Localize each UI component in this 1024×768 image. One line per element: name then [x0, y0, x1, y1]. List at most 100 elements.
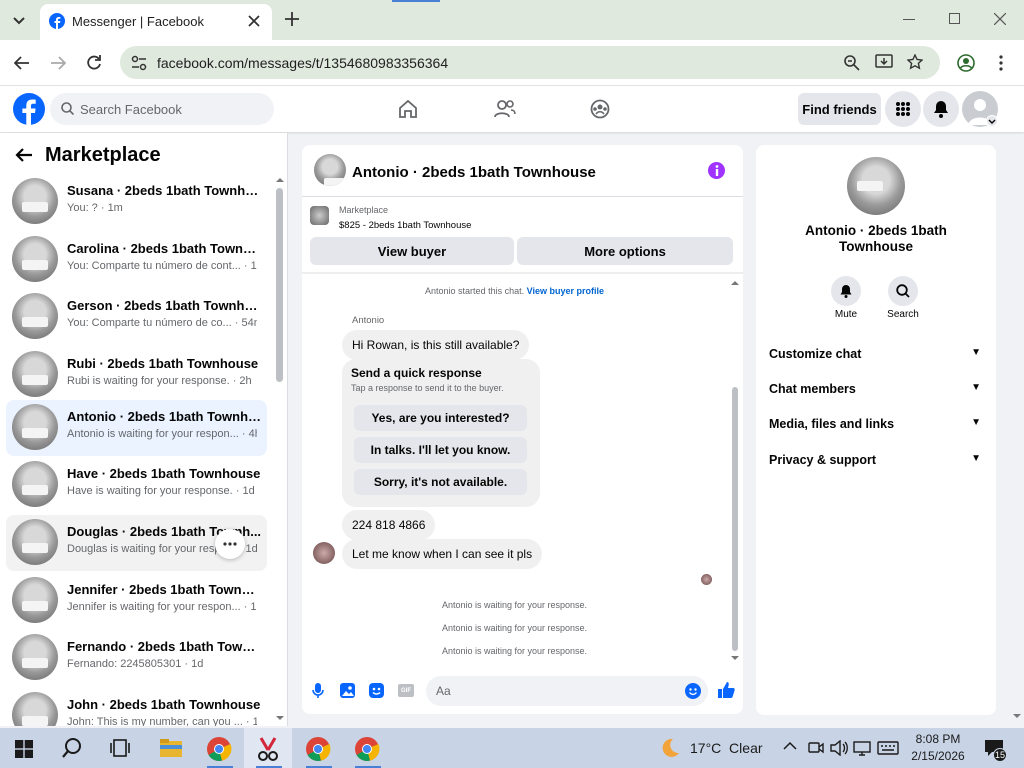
browser-menu-icon[interactable] — [999, 55, 1003, 71]
chat-scrollbar[interactable] — [732, 387, 738, 651]
tray-chevron-up-icon[interactable] — [783, 741, 797, 751]
search-label[interactable]: Search — [873, 309, 933, 320]
chevron-down-icon: ▼ — [971, 382, 981, 393]
site-settings-icon[interactable] — [131, 55, 147, 71]
menu-grid-icon[interactable] — [885, 91, 921, 127]
microphone-icon[interactable] — [312, 683, 324, 699]
chrome-taskbar-icon[interactable] — [206, 736, 232, 762]
emoji-icon[interactable] — [685, 683, 701, 699]
gif-icon[interactable]: GIF — [398, 684, 414, 697]
window-close-icon[interactable] — [994, 13, 1006, 25]
back-arrow-icon[interactable] — [15, 147, 33, 163]
forward-icon[interactable] — [50, 55, 66, 71]
scroll-down-icon[interactable] — [275, 715, 285, 721]
page-scroll-down-icon[interactable] — [1012, 713, 1022, 719]
reload-icon[interactable] — [86, 54, 102, 70]
account-chevron-down-icon[interactable] — [986, 115, 998, 127]
meet-now-icon[interactable] — [808, 740, 824, 754]
url-text: facebook.com/messages/t/1354680983356364 — [157, 55, 449, 71]
chat-avatar[interactable] — [314, 154, 346, 186]
section-chat-members[interactable]: Chat members ▼ — [769, 382, 983, 396]
home-icon[interactable] — [398, 99, 418, 119]
message-bubble-phone[interactable]: 224 818 4866 — [342, 510, 436, 540]
section-privacy-support[interactable]: Privacy & support ▼ — [769, 453, 983, 467]
sender-avatar[interactable] — [313, 542, 335, 564]
chat-title[interactable]: Antonio · 2beds 1bath Townhouse — [352, 164, 596, 181]
conversation-sidebar: Marketplace Susana · 2beds 1bath Townhou… — [0, 133, 288, 726]
scroll-up-icon[interactable] — [275, 177, 285, 183]
conversation-item[interactable]: Antonio · 2beds 1bath Townhouse Antonio i… — [6, 400, 267, 456]
conversation-more-options-icon[interactable] — [215, 529, 245, 559]
profile-icon[interactable] — [957, 54, 975, 72]
address-bar[interactable]: facebook.com/messages/t/1354680983356364 — [120, 46, 940, 79]
install-app-icon[interactable] — [875, 54, 893, 70]
view-buyer-button[interactable]: View buyer — [310, 237, 514, 265]
notifications-bell-icon[interactable] — [923, 91, 959, 127]
conversation-item[interactable]: Gerson · 2beds 1bath Townhouse You: Compa… — [6, 289, 267, 345]
info-icon[interactable] — [708, 162, 725, 179]
task-view-icon[interactable] — [110, 739, 130, 757]
conversation-item[interactable]: Have · 2beds 1bath Townhouse Have is wait… — [6, 457, 267, 513]
listing-thumbnail — [310, 206, 329, 225]
network-icon[interactable] — [853, 740, 871, 756]
conversation-item[interactable]: Jennifer · 2beds 1bath Townhouse Jennifer… — [6, 573, 267, 629]
profile-avatar[interactable] — [847, 157, 905, 215]
chrome-profile2-taskbar-icon[interactable] — [354, 736, 380, 762]
message-bubble[interactable]: Let me know when I can see it pls — [342, 539, 543, 569]
listing-price: $825 - 2beds 1bath Townhouse — [339, 220, 472, 231]
facebook-search[interactable]: Search Facebook — [50, 93, 274, 125]
zoom-icon[interactable] — [844, 55, 860, 71]
quick-reply-in-talks[interactable]: In talks. I'll let you know. — [354, 437, 527, 463]
keyboard-icon[interactable] — [877, 741, 899, 755]
clock-time[interactable]: 8:08 PM — [902, 732, 974, 746]
section-media-files-links[interactable]: Media, files and links ▼ — [769, 417, 983, 431]
minimize-icon[interactable] — [903, 19, 915, 20]
conversation-item[interactable]: Rubi · 2beds 1bath Townhouse Rubi is wait… — [6, 347, 267, 403]
mute-label[interactable]: Mute — [816, 309, 876, 320]
weather-text[interactable]: 17°C Clear — [690, 740, 763, 756]
quick-reply-not-available[interactable]: Sorry, it's not available. — [354, 469, 527, 495]
quick-reply-interested[interactable]: Yes, are you interested? — [354, 405, 527, 431]
sidebar-scrollbar[interactable] — [276, 188, 283, 382]
conversation-item[interactable]: John · 2beds 1bath Townhouse John: This i… — [6, 688, 267, 726]
file-explorer-icon[interactable] — [160, 739, 182, 757]
chat-scroll-down-icon[interactable] — [730, 655, 740, 661]
conversation-item[interactable]: Susana · 2beds 1bath Townhouse You: ? · 1… — [6, 174, 267, 230]
find-friends-button[interactable]: Find friends — [798, 93, 881, 125]
message-bubble[interactable]: Hi Rowan, is this still available? — [342, 330, 530, 360]
groups-icon[interactable] — [590, 99, 610, 119]
chat-panel: Antonio · 2beds 1bath Townhouse Marketpl… — [302, 145, 743, 714]
restore-icon[interactable] — [949, 13, 960, 24]
message-input[interactable]: Aa — [426, 676, 708, 706]
new-tab-icon[interactable] — [285, 12, 299, 26]
section-customize-chat[interactable]: Customize chat ▼ — [769, 347, 983, 361]
search-icon — [61, 102, 74, 115]
windows-start-icon[interactable] — [15, 740, 33, 758]
snipping-tool-icon[interactable] — [257, 736, 279, 762]
browser-tab[interactable]: Messenger | Facebook — [40, 4, 272, 40]
volume-icon[interactable] — [830, 740, 848, 756]
weather-moon-icon[interactable] — [659, 737, 681, 759]
mute-bell-icon[interactable] — [831, 276, 861, 306]
chat-scroll-up-icon[interactable] — [730, 280, 740, 286]
sticker-icon[interactable] — [369, 683, 384, 698]
facebook-header: Search Facebook Find friends — [0, 86, 1024, 132]
tab-list-icon[interactable] — [9, 11, 29, 29]
friends-icon[interactable] — [494, 99, 516, 119]
conversation-item[interactable]: Carolina · 2beds 1bath Townhou... You: Co… — [6, 232, 267, 288]
clock-date[interactable]: 2/15/2026 — [902, 749, 974, 763]
facebook-logo-icon[interactable] — [13, 93, 45, 125]
tab-close-icon[interactable] — [248, 15, 260, 27]
view-buyer-profile-link[interactable]: View buyer profile — [527, 286, 604, 296]
taskbar-search-icon[interactable] — [61, 737, 83, 759]
photo-icon[interactable] — [340, 683, 355, 698]
chrome-profile-taskbar-icon[interactable] — [305, 736, 331, 762]
search-in-chat-icon[interactable] — [888, 276, 918, 306]
bookmark-star-icon[interactable] — [907, 54, 923, 70]
more-options-button[interactable]: More options — [517, 237, 733, 265]
like-thumbs-up-icon[interactable] — [717, 681, 735, 699]
conversation-title: Antonio · 2beds 1bath Townhouse — [67, 409, 262, 424]
back-icon[interactable] — [14, 55, 30, 71]
conversation-item[interactable]: Fernando · 2beds 1bath Townho... Fernando… — [6, 630, 267, 686]
quick-response-title: Send a quick response — [351, 366, 482, 380]
